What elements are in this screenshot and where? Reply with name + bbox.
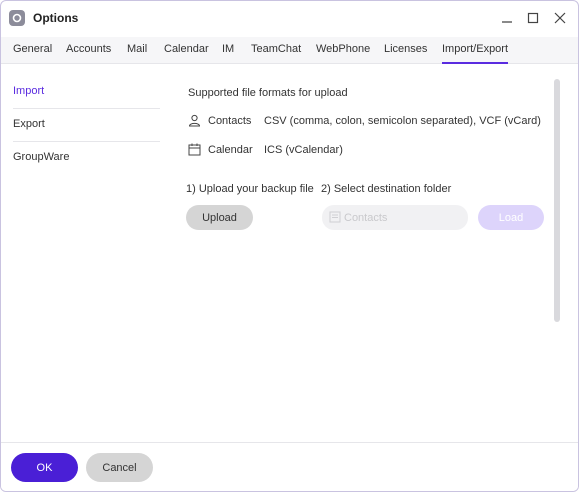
maximize-icon[interactable] [524,9,542,27]
tab-licenses[interactable]: Licenses [384,43,427,55]
step1-label: 1) Upload your backup file [186,183,314,195]
load-button[interactable]: Load [478,205,544,230]
cancel-button[interactable]: Cancel [86,453,153,482]
step2-label: 2) Select destination folder [321,183,452,195]
calendar-icon [188,143,202,157]
content-scrollbar[interactable] [554,79,560,322]
tab-webphone[interactable]: WebPhone [316,43,370,55]
options-window: Options General Accounts Mail Calendar I… [0,0,579,492]
sidebar-item-import[interactable]: Import [13,76,160,108]
format-name: Contacts [208,115,252,127]
close-icon[interactable] [551,9,569,27]
formats-heading: Supported file formats for upload [188,87,348,99]
tab-calendar[interactable]: Calendar [164,43,209,55]
sidebar-item-export[interactable]: Export [13,109,160,141]
tab-teamchat[interactable]: TeamChat [251,43,301,55]
tab-general[interactable]: General [13,43,52,55]
format-description: ICS (vCalendar) [264,144,343,156]
user-icon [188,114,202,128]
sidebar-item-groupware[interactable]: GroupWare [13,142,160,174]
minimize-icon[interactable] [498,9,516,27]
sidebar-item-label: Export [13,118,45,130]
ok-button[interactable]: OK [11,453,78,482]
contacts-folder-icon [329,211,341,226]
destination-folder-select[interactable]: Contacts [322,205,468,230]
title-bar: Options [1,1,578,35]
tab-im[interactable]: IM [222,43,234,55]
format-description: CSV (comma, colon, semicolon separated),… [264,115,541,127]
upload-button[interactable]: Upload [186,205,253,230]
tab-accounts[interactable]: Accounts [66,43,111,55]
sidebar: Import Export GroupWare [1,64,169,442]
tab-import-export[interactable]: Import/Export [442,43,508,55]
app-logo-icon [9,10,25,26]
sidebar-item-label: GroupWare [13,151,70,163]
format-name: Calendar [208,144,253,156]
active-tab-indicator [442,62,508,64]
sidebar-item-label: Import [13,85,45,97]
tab-mail[interactable]: Mail [127,43,147,55]
tab-bar: General Accounts Mail Calendar IM TeamCh… [1,37,578,64]
window-title: Options [33,11,79,25]
folder-select-value: Contacts [344,211,388,224]
